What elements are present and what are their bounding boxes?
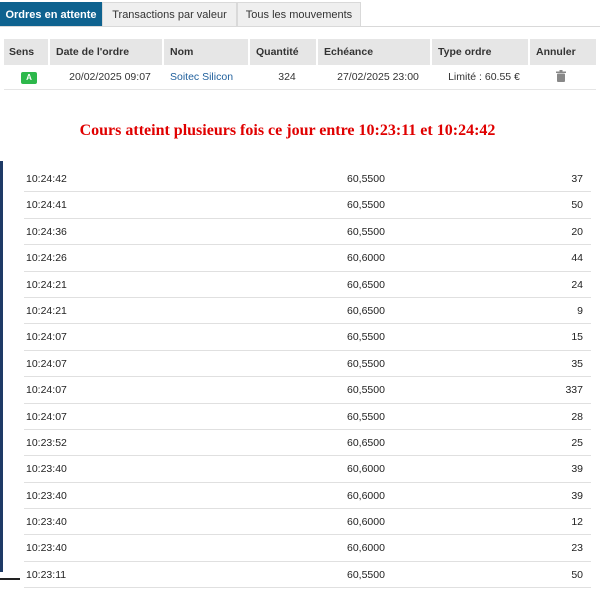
- trade-row: 10:24:41 60,5500 50: [24, 192, 591, 219]
- trade-price: 60,5500: [347, 568, 385, 581]
- trade-row: 10:24:42 60,5500 37: [24, 166, 591, 193]
- trade-price: 60,5500: [347, 331, 385, 344]
- trade-price: 60,5500: [347, 384, 385, 397]
- trade-price: 60,5500: [347, 199, 385, 212]
- trade-quantity: 12: [571, 516, 583, 529]
- trade-price: 60,6500: [347, 436, 385, 449]
- trade-quantity: 337: [565, 384, 583, 397]
- trade-price: 60,6500: [347, 278, 385, 291]
- trade-row: 10:24:26 60,6000 44: [24, 245, 591, 272]
- order-expiry: 27/02/2025 23:00: [337, 71, 419, 83]
- trade-time: 10:24:26: [26, 252, 67, 265]
- trade-time: 10:23:52: [26, 436, 67, 449]
- trade-quantity: 24: [571, 278, 583, 291]
- trade-price: 60,6000: [347, 463, 385, 476]
- buy-badge: A: [21, 71, 37, 84]
- tab-ordres-en-attente[interactable]: Ordres en attente: [0, 2, 102, 26]
- trade-time: 10:23:40: [26, 463, 67, 476]
- order-type: Limité : 60.55 €: [448, 71, 520, 83]
- header-echeance: Echéance: [318, 39, 432, 65]
- trades-list: 10:24:42 60,5500 37 10:24:41 60,5500 50 10:24:…: [24, 166, 591, 589]
- trade-time: 10:24:07: [26, 331, 67, 344]
- trade-row: 10:24:21 60,6500 9: [24, 298, 591, 325]
- trade-price: 60,6000: [347, 252, 385, 265]
- trade-price: 60,6000: [347, 542, 385, 555]
- left-border: [0, 161, 3, 572]
- trade-price: 60,5500: [347, 357, 385, 370]
- trade-quantity: 20: [571, 225, 583, 238]
- trade-quantity: 25: [571, 436, 583, 449]
- header-sens: Sens: [4, 39, 50, 65]
- trade-time: 10:24:07: [26, 357, 67, 370]
- stock-name-link[interactable]: Soitec Silicon: [170, 71, 233, 83]
- tab-transactions-par-valeur[interactable]: Transactions par valeur: [102, 2, 237, 26]
- order-quantity: 324: [278, 71, 296, 83]
- trade-time: 10:24:21: [26, 304, 67, 317]
- trade-quantity: 28: [571, 410, 583, 423]
- trade-price: 60,5500: [347, 225, 385, 238]
- table-header: Sens Date de l'ordre Nom Quantité Echéan…: [4, 39, 596, 65]
- trade-row: 10:23:11 60,5500 50: [24, 562, 591, 589]
- trade-time: 10:24:36: [26, 225, 67, 238]
- trade-price: 60,5500: [347, 173, 385, 185]
- trade-time: 10:23:40: [26, 489, 67, 502]
- trade-price: 60,6000: [347, 516, 385, 529]
- trade-row: 10:24:07 60,5500 35: [24, 351, 591, 378]
- header-annuler: Annuler: [536, 46, 576, 58]
- trade-quantity: 23: [571, 542, 583, 555]
- trade-time: 10:24:07: [26, 410, 67, 423]
- trade-time: 10:24:41: [26, 199, 67, 212]
- trade-quantity: 39: [571, 463, 583, 476]
- trade-price: 60,5500: [347, 410, 385, 423]
- trade-price: 60,6500: [347, 304, 385, 317]
- trade-time: 10:23:40: [26, 516, 67, 529]
- trade-row: 10:24:36 60,5500 20: [24, 219, 591, 246]
- pending-orders-table: Sens Date de l'ordre Nom Quantité Echéan…: [4, 39, 596, 90]
- trade-row: 10:23:40 60,6000 39: [24, 483, 591, 510]
- trade-quantity: 39: [571, 489, 583, 502]
- tab-bar: Ordres en attente Transactions par valeu…: [0, 2, 361, 27]
- trade-quantity: 37: [571, 173, 583, 185]
- header-quantite: Quantité: [250, 39, 318, 65]
- trade-time: 10:24:21: [26, 278, 67, 291]
- trade-row: 10:23:40 60,6000 12: [24, 509, 591, 536]
- trade-quantity: 35: [571, 357, 583, 370]
- tab-tous-les-mouvements[interactable]: Tous les mouvements: [237, 2, 361, 26]
- trade-row: 10:23:40 60,6000 23: [24, 535, 591, 562]
- order-date: 20/02/2025 09:07: [69, 71, 151, 83]
- trade-row: 10:24:07 60,5500 337: [24, 377, 591, 404]
- header-date: Date de l'ordre: [50, 39, 164, 65]
- trade-time: 10:24:42: [26, 173, 67, 185]
- header-type-ordre: Type ordre: [432, 39, 530, 65]
- table-row: A 20/02/2025 09:07 Soitec Silicon 324 27…: [4, 65, 596, 90]
- bottom-divider: [0, 578, 20, 580]
- trade-row: 10:24:07 60,5500 28: [24, 404, 591, 430]
- trade-time: 10:24:07: [26, 384, 67, 397]
- trade-row: 10:23:52 60,6500 25: [24, 430, 591, 457]
- header-nom: Nom: [164, 39, 250, 65]
- trade-quantity: 50: [571, 568, 583, 581]
- annotation-text: Cours atteint plusieurs fois ce jour ent…: [79, 122, 496, 139]
- trade-row: 10:24:21 60,6500 24: [24, 272, 591, 298]
- tab-divider: [0, 26, 600, 27]
- trade-time: 10:23:40: [26, 542, 67, 555]
- trade-row: 10:24:07 60,5500 15: [24, 324, 591, 351]
- trade-row: 10:23:40 60,6000 39: [24, 456, 591, 483]
- trade-quantity: 15: [571, 331, 583, 344]
- trade-time: 10:23:11: [26, 568, 67, 581]
- trade-quantity: 44: [571, 252, 583, 265]
- trade-quantity: 50: [571, 199, 583, 212]
- trash-icon[interactable]: [556, 69, 566, 82]
- trade-price: 60,6000: [347, 489, 385, 502]
- trade-quantity: 9: [577, 304, 583, 317]
